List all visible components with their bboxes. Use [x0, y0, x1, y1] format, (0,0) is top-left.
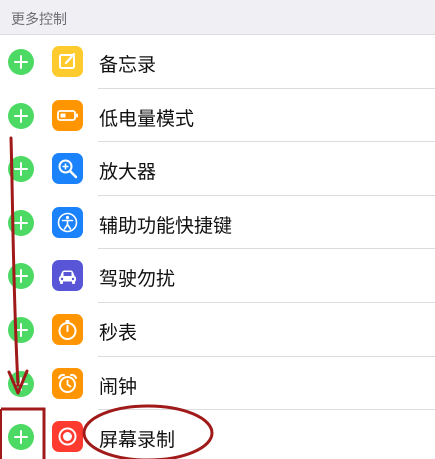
control-label: 放大器	[99, 161, 157, 184]
battery-icon	[52, 99, 83, 131]
add-magnifier-button[interactable]	[8, 156, 34, 183]
control-row-stopwatch: 秒表	[0, 302, 435, 357]
add-accessibility-shortcut-button[interactable]	[8, 209, 34, 236]
notes-icon	[52, 46, 83, 77]
add-stopwatch-button[interactable]	[8, 316, 34, 343]
add-notes-button[interactable]	[8, 49, 34, 75]
screen-record-icon	[52, 421, 83, 453]
control-label: 辅助功能快捷键	[99, 214, 233, 237]
control-label: 屏幕录制	[99, 429, 176, 452]
more-controls-list: 备忘录 低电量模式 放大器 辅助功能快捷键 驾驶勿扰 秒表 闹钟 屏幕录制	[0, 35, 435, 459]
control-row-accessibility-shortcut: 辅助功能快捷键	[0, 195, 435, 250]
control-row-low-power-mode: 低电量模式	[0, 88, 435, 143]
add-driving-dnd-button[interactable]	[8, 263, 34, 290]
control-center-customize-screen: 更多控制 备忘录 低电量模式 放大器 辅助功能快捷键 驾驶勿扰 秒表 闹钟 屏幕…	[0, 0, 435, 459]
alarm-clock-icon	[52, 367, 83, 399]
add-low-power-mode-button[interactable]	[8, 102, 34, 129]
control-label: 秒表	[99, 321, 138, 344]
add-alarm-button[interactable]	[8, 370, 34, 397]
magnifier-icon	[52, 153, 83, 185]
control-row-alarm: 闹钟	[0, 356, 435, 411]
control-label: 备忘录	[99, 54, 157, 76]
control-label: 低电量模式	[99, 107, 195, 130]
car-icon	[52, 260, 83, 292]
control-label: 驾驶勿扰	[99, 268, 176, 291]
control-row-driving-dnd: 驾驶勿扰	[0, 249, 435, 303]
control-row-notes: 备忘录	[0, 35, 435, 89]
add-screen-recording-button[interactable]	[8, 424, 34, 451]
control-label: 闹钟	[99, 375, 138, 398]
section-title: 更多控制	[11, 12, 67, 28]
control-row-screen-recording: 屏幕录制	[0, 410, 435, 459]
stopwatch-icon	[52, 313, 83, 345]
control-row-magnifier: 放大器	[0, 142, 435, 196]
accessibility-icon	[52, 206, 83, 238]
section-header: 更多控制	[0, 0, 435, 35]
